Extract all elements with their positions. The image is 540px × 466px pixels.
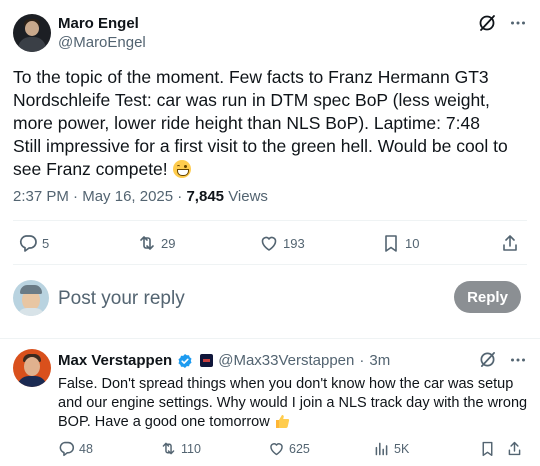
grinning-emoji-icon — [172, 160, 191, 178]
reply-icon — [59, 441, 74, 457]
repost-icon — [140, 236, 154, 250]
reply-action[interactable]: 5 — [18, 233, 49, 253]
reply-count: 5 — [42, 235, 50, 251]
heart-icon — [261, 236, 277, 251]
more-icon[interactable] — [510, 15, 526, 31]
avatar[interactable] — [13, 14, 51, 52]
reply-button[interactable]: Reply — [454, 281, 521, 313]
share-action[interactable] — [506, 440, 523, 457]
bookmark-count: 10 — [405, 235, 420, 251]
author-handle[interactable]: @Max33Verstappen — [218, 352, 354, 369]
like-count: 193 — [283, 235, 305, 251]
tweet-top-actions — [478, 14, 526, 32]
bookmark-icon — [482, 441, 493, 457]
reply-text: False. Don't spread things when you don'… — [58, 375, 528, 432]
divider — [13, 264, 527, 265]
repost-action[interactable]: 29 — [137, 233, 175, 253]
reply-header: Max Verstappen @Max33Verstappen · 3m — [58, 352, 390, 369]
heart-icon — [270, 443, 283, 456]
divider — [13, 220, 527, 221]
repost-count: 110 — [181, 441, 201, 456]
views-count: 5K — [394, 441, 410, 456]
author-name[interactable]: Maro Engel — [58, 15, 139, 32]
reply-tweet[interactable]: Max Verstappen @Max33Verstappen · 3m Fal… — [0, 342, 540, 466]
author-handle[interactable]: @MaroEngel — [58, 34, 146, 51]
reply-input[interactable]: Post your reply — [58, 288, 185, 310]
reply-icon — [19, 235, 37, 252]
thumbs-up-emoji-icon — [274, 413, 290, 429]
more-icon[interactable] — [510, 352, 526, 368]
reply-text-body: False. Don't spread things when you don'… — [58, 376, 528, 430]
avatar[interactable] — [13, 280, 49, 316]
affiliate-badge-icon[interactable] — [200, 354, 214, 367]
reply-count: 48 — [79, 441, 93, 456]
reply-compose: Post your reply Reply — [0, 278, 540, 322]
tweet-date[interactable]: May 16, 2025 — [82, 188, 173, 205]
bookmark-icon — [385, 235, 397, 252]
analytics-icon — [375, 442, 388, 456]
bookmark-action[interactable] — [479, 440, 496, 457]
tweet-actions: 5 29 193 10 — [0, 233, 540, 253]
verified-badge-icon — [177, 353, 193, 369]
grok-icon[interactable] — [478, 14, 496, 32]
tweet-time[interactable]: 2:37 PM — [13, 188, 69, 205]
avatar[interactable] — [13, 349, 51, 387]
bookmark-action[interactable]: 10 — [381, 233, 419, 253]
reply-action[interactable]: 48 — [58, 440, 93, 457]
share-icon — [508, 441, 521, 456]
repost-icon — [162, 442, 175, 455]
views-label: Views — [228, 188, 268, 205]
repost-count: 29 — [161, 235, 176, 251]
divider — [0, 338, 540, 339]
tweet-text-body: To the topic of the moment. Few facts to… — [13, 67, 508, 179]
like-action[interactable]: 193 — [259, 233, 305, 253]
like-action[interactable]: 625 — [268, 440, 310, 457]
reply-actions: 48 110 625 5K — [0, 440, 540, 460]
reply-top-actions — [479, 351, 526, 368]
share-icon — [503, 235, 517, 251]
grok-icon[interactable] — [479, 351, 496, 368]
tweet-text: To the topic of the moment. Few facts to… — [13, 66, 523, 181]
repost-action[interactable]: 110 — [160, 440, 201, 457]
share-action[interactable] — [500, 233, 520, 253]
like-count: 625 — [289, 441, 310, 456]
separator: · — [359, 352, 365, 369]
views-count: 7,845 — [186, 188, 225, 205]
reply-time[interactable]: 3m — [369, 352, 390, 369]
views-action[interactable]: 5K — [373, 440, 409, 457]
tweet-meta: 2:37 PM · May 16, 2025 · 7,845 Views — [13, 188, 268, 205]
author-name[interactable]: Max Verstappen — [58, 352, 172, 369]
